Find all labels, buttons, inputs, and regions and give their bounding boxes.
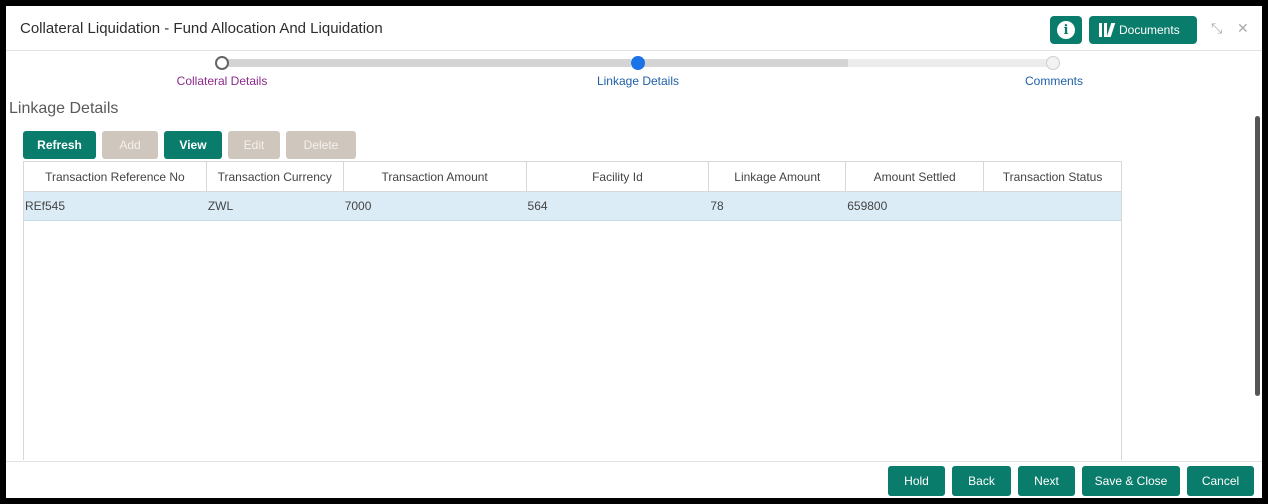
- table-cell: 564: [527, 199, 548, 213]
- documents-button[interactable]: Documents: [1089, 16, 1197, 44]
- info-button[interactable]: i: [1050, 16, 1082, 44]
- title-bar: Collateral Liquidation - Fund Allocation…: [6, 6, 1262, 51]
- table-cell: ZWL: [207, 199, 234, 213]
- step-label-linkage-details[interactable]: Linkage Details: [597, 74, 679, 88]
- back-button[interactable]: Back: [952, 466, 1011, 496]
- library-icon: [1099, 23, 1116, 37]
- column-header[interactable]: Linkage Amount: [709, 162, 847, 191]
- edit-button[interactable]: Edit: [228, 131, 280, 159]
- footer-bar: Hold Back Next Save & Close Cancel: [6, 461, 1262, 498]
- info-icon: i: [1057, 21, 1075, 39]
- table-cell: 78: [710, 199, 724, 213]
- column-header[interactable]: Amount Settled: [846, 162, 985, 191]
- cancel-button[interactable]: Cancel: [1187, 466, 1254, 496]
- window-title: Collateral Liquidation - Fund Allocation…: [20, 20, 383, 37]
- column-header[interactable]: Transaction Status: [984, 162, 1121, 191]
- hold-button[interactable]: Hold: [888, 466, 945, 496]
- table-cell: REf545: [25, 199, 66, 213]
- table-cell: [984, 192, 1121, 220]
- progress-stepper: Collateral Details Linkage Details Comme…: [6, 52, 1262, 96]
- table-cell: 659800: [847, 199, 888, 213]
- column-header[interactable]: Transaction Currency: [207, 162, 344, 191]
- add-button[interactable]: Add: [102, 131, 158, 159]
- column-header[interactable]: Transaction Amount: [344, 162, 527, 191]
- dialog-window: Collateral Liquidation - Fund Allocation…: [6, 6, 1262, 498]
- column-header[interactable]: Transaction Reference No: [24, 162, 207, 191]
- save-close-button[interactable]: Save & Close: [1082, 466, 1180, 496]
- step-label-comments[interactable]: Comments: [1025, 74, 1083, 88]
- step-dot-linkage-details[interactable]: [631, 56, 645, 70]
- vertical-scrollbar[interactable]: [1255, 116, 1260, 396]
- view-button[interactable]: View: [164, 131, 222, 159]
- close-icon[interactable]: ✕: [1237, 20, 1249, 37]
- delete-button[interactable]: Delete: [286, 131, 356, 159]
- table-header: Transaction Reference No Transaction Cur…: [24, 162, 1121, 192]
- step-label-collateral-details[interactable]: Collateral Details: [177, 74, 268, 88]
- table-row[interactable]: REf545 ZWL 7000 564 78 659800: [24, 192, 1121, 221]
- step-dot-comments[interactable]: [1046, 56, 1060, 70]
- grid-toolbar: Refresh Add View Edit Delete: [23, 131, 356, 159]
- next-button[interactable]: Next: [1018, 466, 1075, 496]
- column-header[interactable]: Facility Id: [527, 162, 710, 191]
- stepper-track-pending: [848, 59, 1056, 67]
- linkage-table: Transaction Reference No Transaction Cur…: [23, 161, 1122, 460]
- minimize-icon[interactable]: ⤡: [1211, 20, 1222, 37]
- documents-label: Documents: [1119, 23, 1180, 37]
- stepper-track-active: [638, 59, 848, 67]
- refresh-button[interactable]: Refresh: [23, 131, 96, 159]
- stepper-track-completed: [216, 59, 631, 67]
- table-cell: 7000: [344, 199, 372, 213]
- step-dot-collateral-details[interactable]: [215, 56, 229, 70]
- section-title: Linkage Details: [9, 100, 119, 117]
